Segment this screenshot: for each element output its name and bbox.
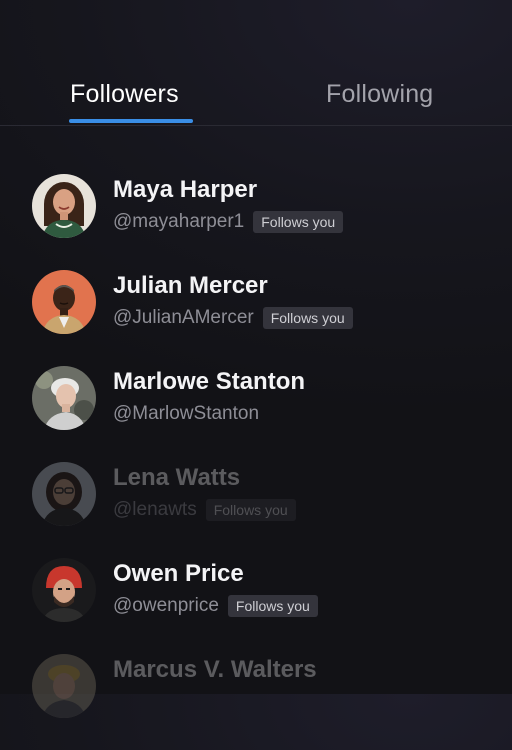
user-handle: @lenawts — [113, 499, 197, 520]
user-name[interactable]: Owen Price — [113, 560, 244, 588]
list-item[interactable]: Marlowe Stanton @MarlowStanton — [0, 366, 512, 462]
user-meta: @owenprice Follows you — [113, 594, 318, 618]
follows-you-badge: Follows you — [262, 307, 353, 329]
user-name[interactable]: Marlowe Stanton — [113, 368, 305, 396]
follows-you-badge: Follows you — [205, 499, 296, 521]
user-handle: @mayaharper1 — [113, 211, 245, 232]
active-tab-indicator — [69, 119, 193, 123]
avatar[interactable] — [32, 654, 96, 718]
avatar[interactable] — [32, 462, 96, 526]
avatar[interactable] — [32, 366, 96, 430]
follows-you-badge: Follows you — [253, 211, 344, 233]
user-meta: @lenawts Follows you — [113, 498, 296, 522]
list-item[interactable]: Maya Harper @mayaharper1 Follows you — [0, 174, 512, 270]
tab-bar: Followers Following — [0, 0, 512, 126]
list-item[interactable]: Owen Price @owenprice Follows you — [0, 558, 512, 654]
avatar[interactable] — [32, 174, 96, 238]
user-handle: @MarlowStanton — [113, 403, 260, 424]
tab-following[interactable]: Following — [326, 80, 433, 109]
follows-you-badge: Follows you — [227, 595, 318, 617]
user-meta: @JulianAMercer Follows you — [113, 306, 353, 330]
user-name[interactable]: Marcus V. Walters — [113, 656, 317, 684]
user-handle: @owenprice — [113, 595, 219, 616]
list-item[interactable]: Marcus V. Walters — [0, 654, 512, 750]
list-item[interactable]: Julian Mercer @JulianAMercer Follows you — [0, 270, 512, 366]
user-handle: @JulianAMercer — [113, 307, 254, 328]
avatar[interactable] — [32, 558, 96, 622]
user-meta: @MarlowStanton — [113, 402, 259, 426]
user-meta: @mayaharper1 Follows you — [113, 210, 344, 234]
list-item[interactable]: Lena Watts @lenawts Follows you — [0, 462, 512, 558]
user-name[interactable]: Maya Harper — [113, 176, 257, 204]
user-name[interactable]: Julian Mercer — [113, 272, 268, 300]
user-name[interactable]: Lena Watts — [113, 464, 240, 492]
avatar[interactable] — [32, 270, 96, 334]
tab-followers[interactable]: Followers — [70, 80, 179, 109]
